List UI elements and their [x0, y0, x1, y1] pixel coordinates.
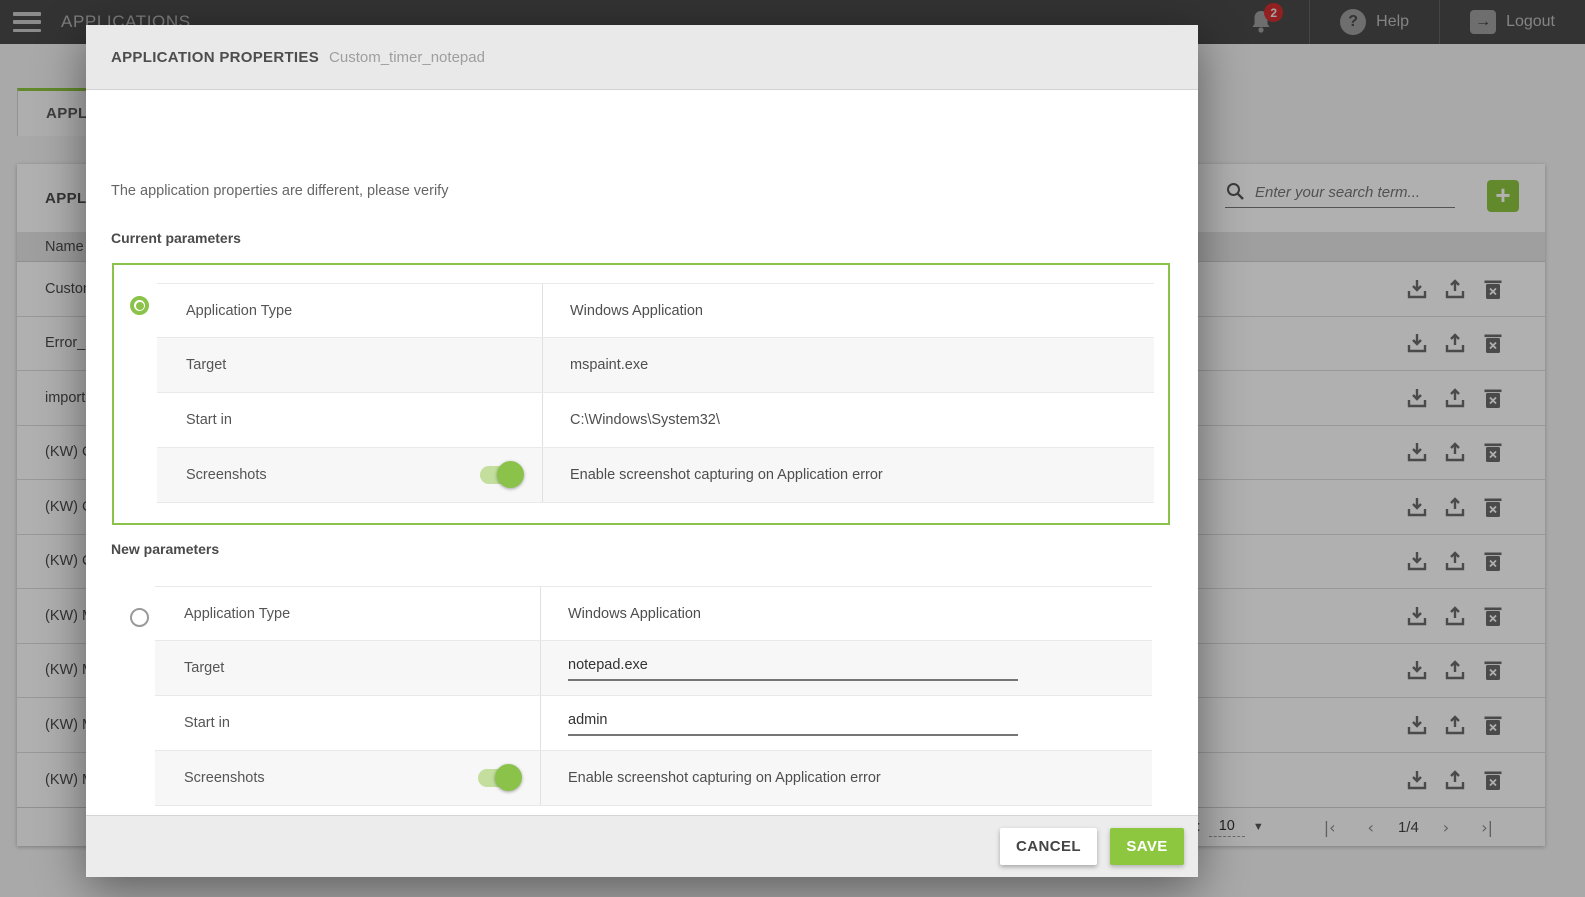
param-label-text: Screenshots: [184, 770, 265, 786]
param-label: Application Type: [155, 587, 540, 640]
current-parameters-box[interactable]: Application Type Windows Application Tar…: [112, 263, 1170, 525]
param-label: Target: [155, 641, 540, 695]
param-value: C:\Windows\System32\: [542, 393, 1154, 447]
dialog-body: The application properties are different…: [86, 90, 1198, 815]
param-label: Start in: [157, 393, 542, 447]
new-parameters-box: Application Type Windows Application Tar…: [112, 586, 1170, 814]
current-parameters-table: Application Type Windows Application Tar…: [157, 283, 1154, 503]
param-label-text: Screenshots: [186, 467, 267, 483]
new-parameters-table: Application Type Windows Application Tar…: [155, 586, 1152, 806]
screenshots-toggle[interactable]: [478, 768, 518, 788]
param-row-screenshots: Screenshots Enable screenshot capturing …: [155, 751, 1152, 806]
param-value: Windows Application: [542, 284, 1154, 337]
dialog-header: APPLICATION PROPERTIES Custom_timer_note…: [86, 25, 1198, 90]
dialog-title: APPLICATION PROPERTIES: [111, 49, 319, 66]
verify-message: The application properties are different…: [111, 183, 448, 199]
param-value: mspaint.exe: [542, 338, 1154, 392]
param-row-application-type: Application Type Windows Application: [155, 586, 1152, 641]
param-value-cell: [540, 696, 1152, 750]
param-value: Windows Application: [540, 587, 1152, 640]
save-button[interactable]: SAVE: [1110, 828, 1184, 865]
param-value: Enable screenshot capturing on Applicati…: [542, 448, 1154, 502]
screenshots-toggle[interactable]: [480, 465, 520, 485]
param-row-start-in: Start in C:\Windows\System32\: [157, 393, 1154, 448]
param-row-target: Target mspaint.exe: [157, 338, 1154, 393]
new-parameters-label: New parameters: [111, 541, 219, 557]
current-parameters-label: Current parameters: [111, 230, 241, 246]
param-value-cell: [540, 641, 1152, 695]
param-row-start-in: Start in: [155, 696, 1152, 751]
param-label: Start in: [155, 696, 540, 750]
param-row-application-type: Application Type Windows Application: [157, 283, 1154, 338]
param-label: Application Type: [157, 284, 542, 337]
param-label: Target: [157, 338, 542, 392]
cancel-button[interactable]: CANCEL: [1000, 828, 1097, 865]
param-row-target: Target: [155, 641, 1152, 696]
start-in-input[interactable]: [568, 710, 1018, 736]
application-properties-dialog: APPLICATION PROPERTIES Custom_timer_note…: [86, 25, 1198, 877]
screen: APPLICATIONS 2 ? Help → Logout APPLICATI…: [0, 0, 1585, 897]
param-row-screenshots: Screenshots Enable screenshot capturing …: [157, 448, 1154, 503]
param-value: Enable screenshot capturing on Applicati…: [540, 751, 1152, 805]
target-input[interactable]: [568, 655, 1018, 681]
dialog-footer: CANCEL SAVE: [86, 815, 1198, 877]
dialog-subtitle: Custom_timer_notepad: [329, 49, 485, 66]
param-label: Screenshots: [155, 751, 540, 805]
param-label: Screenshots: [157, 448, 542, 502]
